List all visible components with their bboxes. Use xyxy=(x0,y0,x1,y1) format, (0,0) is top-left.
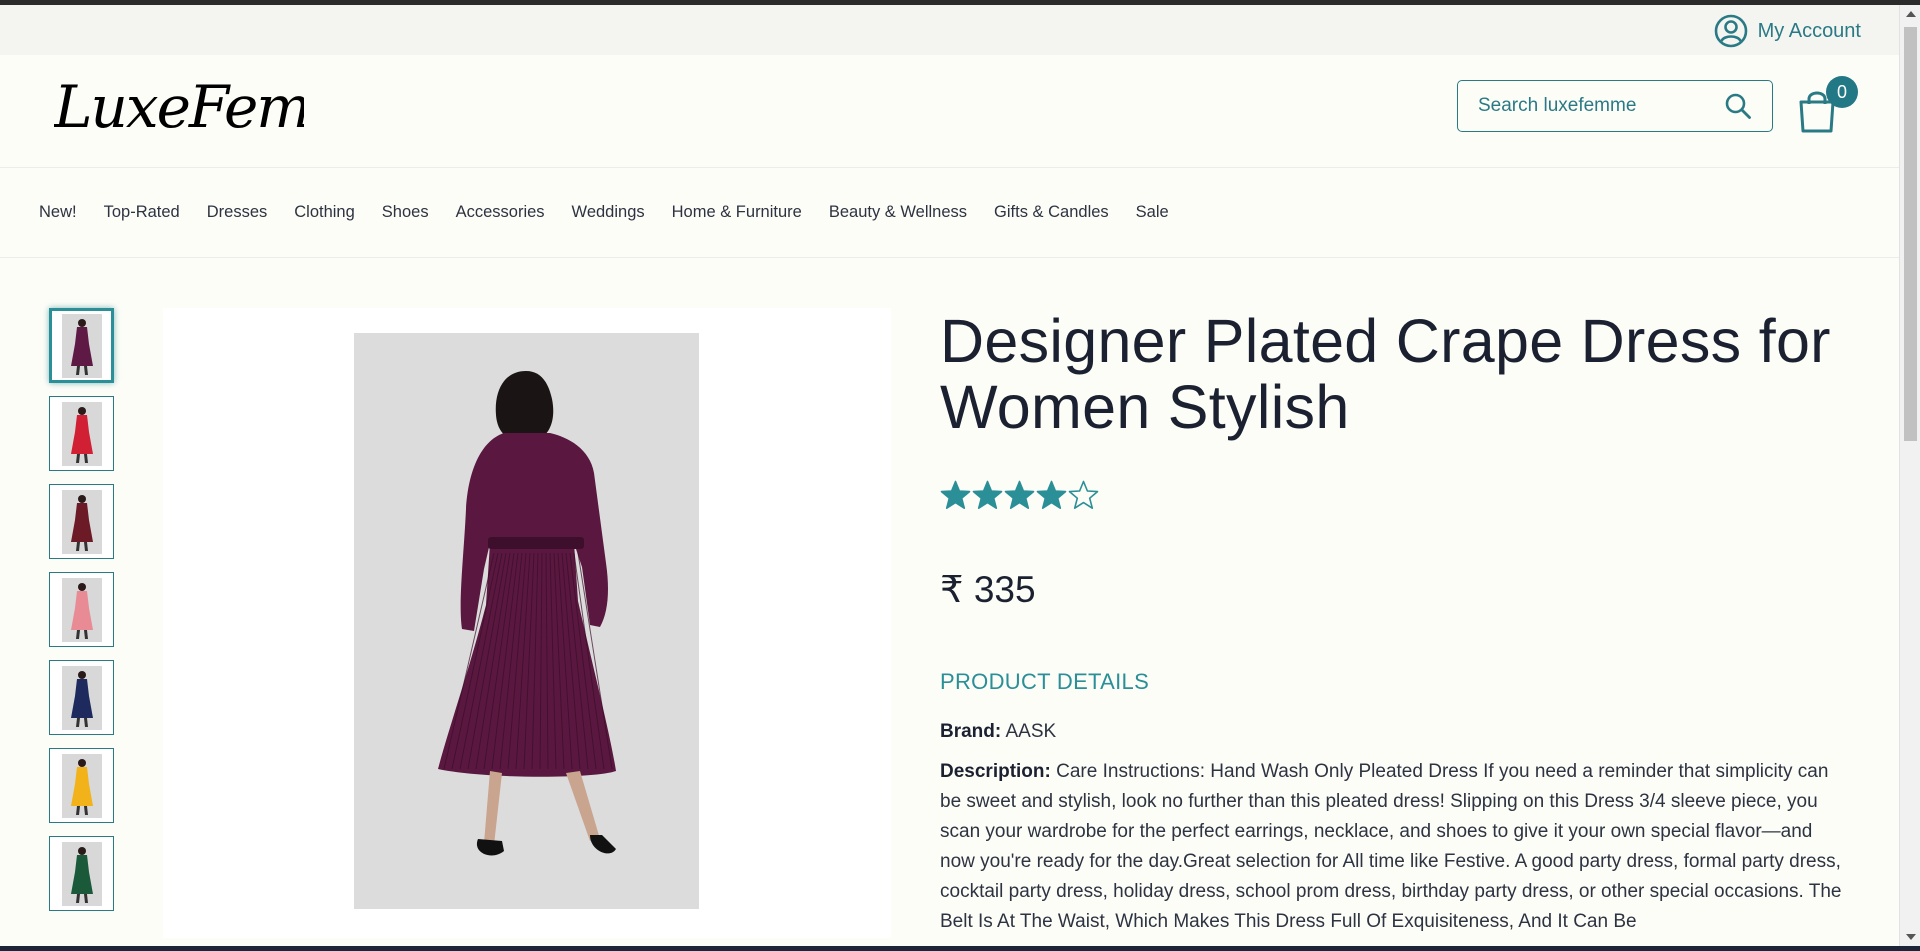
thumbnail-1[interactable] xyxy=(49,308,114,383)
taskbar-edge xyxy=(0,946,1920,951)
nav-item-shoes[interactable]: Shoes xyxy=(382,203,429,222)
nav-item-home-furniture[interactable]: Home & Furniture xyxy=(672,203,802,222)
main-image-panel xyxy=(163,308,891,938)
cart-button[interactable]: 0 xyxy=(1794,76,1858,136)
thumbnail-5[interactable] xyxy=(49,660,114,735)
site-header: LuxeFemme 0 xyxy=(0,55,1899,168)
nav-item-gifts-candles[interactable]: Gifts & Candles xyxy=(994,203,1109,222)
my-account-link[interactable]: My Account xyxy=(1714,14,1861,48)
thumbnail-2[interactable] xyxy=(49,396,114,471)
search-input[interactable] xyxy=(1478,95,1724,117)
thumbnail-7[interactable] xyxy=(49,836,114,911)
scroll-down-arrow-icon[interactable] xyxy=(1906,934,1916,940)
main-product-image[interactable] xyxy=(354,333,699,909)
nav-item-accessories[interactable]: Accessories xyxy=(456,203,545,222)
star-rating xyxy=(940,480,1850,514)
star-filled-icon xyxy=(940,480,971,509)
user-circle-icon xyxy=(1714,14,1747,48)
main-nav: New! Top-Rated Dresses Clothing Shoes Ac… xyxy=(0,168,1899,258)
description-text: Care Instructions: Hand Wash Only Pleate… xyxy=(940,761,1842,932)
thumbnail-dress-image xyxy=(61,489,102,554)
page-scrollbar[interactable] xyxy=(1899,5,1920,946)
search-icon[interactable] xyxy=(1724,92,1752,120)
thumbnail-dress-image xyxy=(61,577,102,642)
account-bar: My Account xyxy=(0,5,1899,55)
nav-item-new[interactable]: New! xyxy=(39,203,77,222)
product-details: Designer Plated Crape Dress for Women St… xyxy=(940,308,1850,937)
scrollbar-thumb[interactable] xyxy=(1904,27,1917,441)
thumbnail-dress-image xyxy=(61,401,102,466)
thumbnail-dress-image xyxy=(61,313,102,378)
thumbnail-4[interactable] xyxy=(49,572,114,647)
luxefemme-logo[interactable]: LuxeFemme xyxy=(54,69,304,149)
star-filled-icon xyxy=(1004,480,1035,509)
thumbnail-6[interactable] xyxy=(49,748,114,823)
description-label: Description: xyxy=(940,761,1051,782)
thumbnail-dress-image xyxy=(61,841,102,906)
cart-count-badge: 0 xyxy=(1826,76,1858,108)
scroll-up-arrow-icon[interactable] xyxy=(1906,11,1916,17)
star-filled-icon xyxy=(972,480,1003,509)
description: Description: Care Instructions: Hand Was… xyxy=(940,757,1850,937)
model-hair xyxy=(495,371,554,439)
dress-belt xyxy=(488,537,584,549)
thumbnail-dress-image xyxy=(61,665,102,730)
product-title: Designer Plated Crape Dress for Women St… xyxy=(940,307,1831,441)
product-details-heading: PRODUCT DETAILS xyxy=(940,669,1150,694)
star-filled-icon xyxy=(1036,480,1067,509)
logo-text: LuxeFemme xyxy=(54,73,304,141)
nav-item-weddings[interactable]: Weddings xyxy=(572,203,645,222)
my-account-label: My Account xyxy=(1757,19,1861,42)
brand-value: AASK xyxy=(1005,721,1057,742)
product-price: ₹ 335 xyxy=(940,569,1036,610)
nav-item-dresses[interactable]: Dresses xyxy=(207,203,268,222)
thumbnail-list xyxy=(49,308,114,924)
thumbnail-3[interactable] xyxy=(49,484,114,559)
nav-item-clothing[interactable]: Clothing xyxy=(294,203,355,222)
search-box xyxy=(1457,80,1773,132)
star-outline-icon xyxy=(1068,480,1099,509)
thumbnail-dress-image xyxy=(61,753,102,818)
nav-item-sale[interactable]: Sale xyxy=(1136,203,1169,222)
nav-item-beauty-wellness[interactable]: Beauty & Wellness xyxy=(829,203,967,222)
nav-item-top-rated[interactable]: Top-Rated xyxy=(104,203,180,222)
brand-label: Brand: xyxy=(940,721,1002,742)
brand-line: Brand: AASK xyxy=(940,721,1850,743)
